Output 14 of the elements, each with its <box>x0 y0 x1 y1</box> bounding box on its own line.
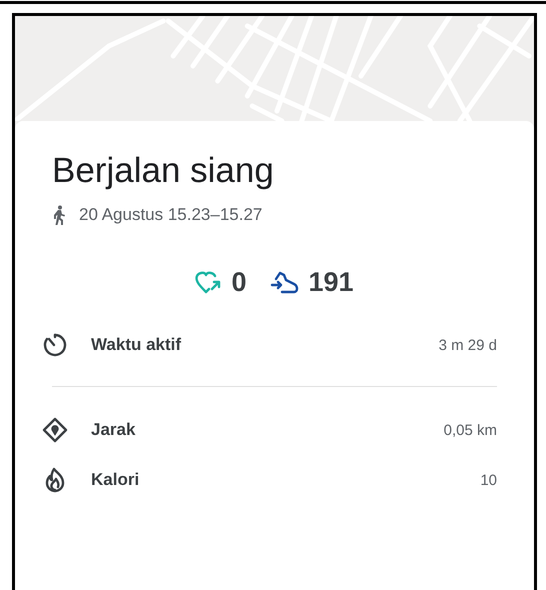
stat-value: 0 <box>231 267 246 298</box>
activity-title: Berjalan siang <box>52 150 275 192</box>
metric-value: 0,05 km <box>444 422 497 438</box>
metric-label: Jarak <box>91 420 136 440</box>
location-diamond-icon <box>42 417 68 443</box>
stat-value: 191 <box>308 267 354 298</box>
shoe-arrow-icon <box>270 270 300 294</box>
metric-value: 10 <box>480 472 497 488</box>
metric-label: Waktu aktif <box>91 335 182 355</box>
metric-value: 3 m 29 d <box>438 336 497 354</box>
activity-time: 20 Agustus 15.23–15.27 <box>79 205 262 225</box>
walking-person-icon <box>52 205 66 225</box>
timer-icon <box>42 332 68 358</box>
metric-label: Kalori <box>91 470 140 490</box>
